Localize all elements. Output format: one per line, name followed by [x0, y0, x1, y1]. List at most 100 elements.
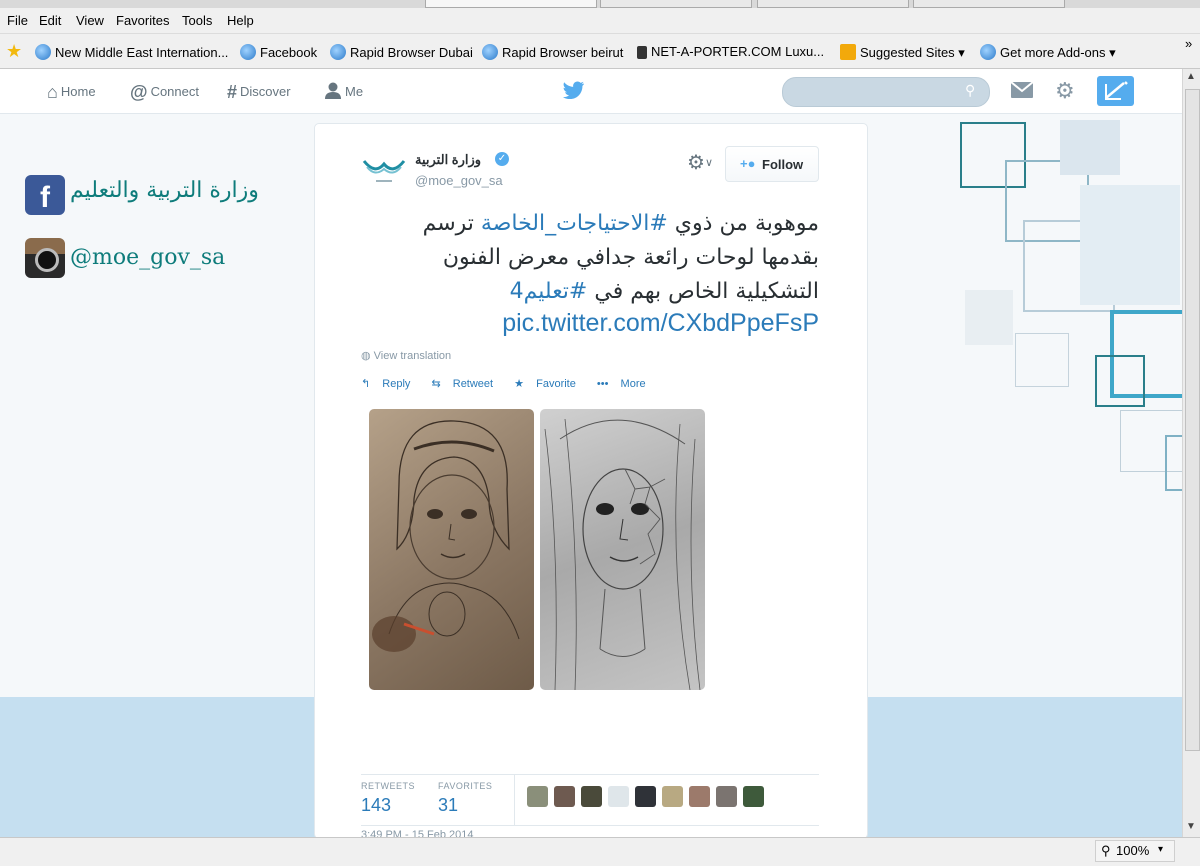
ie-page-icon [240, 44, 256, 60]
tweet-text-segment: موهوبة من ذوي [667, 211, 819, 236]
browser-tab[interactable] [757, 0, 909, 8]
menu-favorites[interactable]: Favorites [116, 13, 169, 28]
home-icon: ⌂ [47, 82, 58, 102]
stats-divider [514, 775, 515, 825]
at-sign-icon: @ [130, 82, 148, 102]
ie-page-icon [330, 44, 346, 60]
search-input[interactable] [782, 77, 990, 107]
menu-tools[interactable]: Tools [182, 13, 212, 28]
favorites-count[interactable]: 31 [438, 795, 458, 816]
retweets-label: RETWEETS [361, 781, 416, 791]
tweet-text-segment: بقدمها لوحات رائعة جدافي معرض الفنون [442, 245, 819, 270]
facebook-profile-label[interactable]: وزارة التربية والتعليم [70, 178, 259, 203]
favorites-bar: ★ New Middle East Internation... Faceboo… [0, 34, 1200, 69]
nav-discover[interactable]: # Discover [227, 82, 291, 103]
instagram-profile-label[interactable]: @moe_gov_sa [70, 245, 225, 270]
twitter-bird-logo[interactable] [563, 81, 585, 99]
scroll-down-arrow-icon[interactable]: ▼ [1186, 821, 1196, 832]
hashtag-link[interactable]: #تعليم4 [510, 279, 588, 304]
decorative-square [1080, 185, 1180, 305]
favoriter-avatar[interactable] [608, 786, 629, 807]
browser-tab[interactable] [913, 0, 1065, 8]
follow-person-plus-icon: +● [740, 156, 756, 171]
scrollbar-thumb[interactable] [1185, 89, 1200, 751]
girl-drawing-sketch [372, 420, 520, 652]
favorite-link-facebook[interactable]: Facebook [240, 44, 317, 60]
ie-page-icon [482, 44, 498, 60]
person-icon [325, 82, 341, 99]
favorite-link-new-middle-east[interactable]: New Middle East Internation... [35, 44, 228, 60]
tweet-photo-woman-drawing[interactable] [540, 409, 705, 690]
favorite-link-net-a-porter[interactable]: NET-A-PORTER.COM Luxu... [637, 44, 824, 59]
more-action[interactable]: ••• More [597, 378, 655, 390]
pic-twitter-link[interactable]: pic.twitter.com/CXbdPpeFsP [361, 309, 819, 338]
nav-home[interactable]: ⌂ Home [47, 82, 96, 103]
zoom-level: 100% [1116, 843, 1150, 858]
favorite-suggested-sites[interactable]: Suggested Sites ▾ [840, 44, 965, 61]
woman-drawing-sketch [544, 418, 701, 690]
tweet-text-segment: ترسم [422, 211, 481, 236]
search-icon[interactable]: ⚲ [965, 82, 975, 99]
decorative-square [1060, 120, 1120, 175]
browser-menu-bar: File Edit View Favorites Tools Help [0, 8, 1200, 34]
decorative-square [1015, 333, 1069, 387]
ministry-logo-avatar[interactable] [361, 149, 407, 189]
more-dots-icon: ••• [596, 378, 609, 390]
user-actions-gear-icon[interactable]: ⚙∨ [687, 150, 713, 175]
tweet-stats: RETWEETS 143 FAVORITES 31 [361, 774, 819, 826]
menu-view[interactable]: View [76, 13, 104, 28]
favoriter-avatar[interactable] [554, 786, 575, 807]
envelope-icon[interactable] [1011, 82, 1033, 98]
menu-file[interactable]: File [7, 13, 28, 28]
favoriter-avatar[interactable] [662, 786, 683, 807]
ie-page-icon [980, 44, 996, 60]
scroll-up-arrow-icon[interactable]: ▲ [1186, 71, 1196, 82]
favorite-link-rapid-beirut[interactable]: Rapid Browser beirut [482, 44, 623, 60]
browser-tab[interactable] [600, 0, 752, 8]
favorites-star-icon[interactable]: ★ [6, 41, 22, 62]
tweet-card: وزارة التربية ✓ @moe_gov_sa ⚙∨ +● Follow… [314, 123, 868, 841]
decorative-square [965, 290, 1013, 345]
ie-page-icon [35, 44, 51, 60]
tweet-author-handle[interactable]: @moe_gov_sa [415, 173, 503, 188]
tweet-photo-girl-drawing[interactable] [369, 409, 534, 690]
tweet-text: موهوبة من ذوي #الاحتياجات_الخاصة ترسم بق… [361, 207, 819, 309]
hashtag-icon: # [227, 82, 238, 102]
view-translation-link[interactable]: ◍ View translation [361, 349, 451, 362]
tweet-author-name[interactable]: وزارة التربية [415, 152, 481, 168]
favorite-action[interactable]: ★ Favorite [514, 378, 585, 390]
hashtag-link[interactable]: #الاحتياجات_الخاصة [481, 211, 668, 236]
reply-action[interactable]: ↰ Reply [361, 378, 419, 390]
instagram-icon[interactable] [25, 238, 65, 278]
retweet-action[interactable]: ⇆ Retweet [431, 378, 502, 390]
settings-gear-icon[interactable]: ⚙ [1055, 78, 1075, 104]
follow-button[interactable]: +● Follow [725, 146, 819, 182]
favoriter-avatar[interactable] [689, 786, 710, 807]
nav-connect[interactable]: @ Connect [130, 82, 199, 103]
zoom-magnifier-icon: ⚲ [1101, 843, 1111, 858]
retweets-count[interactable]: 143 [361, 795, 391, 816]
vertical-scrollbar[interactable]: ▲ ▼ [1182, 69, 1200, 837]
compose-tweet-button[interactable] [1097, 76, 1134, 106]
browser-tab-active[interactable] [425, 0, 597, 8]
tweet-actions: ↰ Reply ⇆ Retweet ★ Favorite ••• More [361, 377, 664, 390]
compose-quill-icon [1105, 81, 1128, 100]
favoriter-avatar[interactable] [743, 786, 764, 807]
tweet-text-segment: التشكيلية الخاص بهم في [587, 279, 819, 304]
favoriter-avatar[interactable] [581, 786, 602, 807]
favorite-get-addons[interactable]: Get more Add-ons ▾ [980, 44, 1116, 61]
retweet-icon: ⇆ [431, 378, 441, 390]
favorite-link-rapid-dubai[interactable]: Rapid Browser Dubai [330, 44, 473, 60]
nav-me[interactable]: Me [325, 82, 363, 99]
globe-icon: ◍ [361, 350, 371, 362]
favoriter-avatar[interactable] [527, 786, 548, 807]
verified-badge-icon: ✓ [495, 152, 509, 166]
zoom-control[interactable]: ⚲ 100% ▾ [1095, 840, 1175, 862]
favorites-overflow-chevron[interactable]: » [1185, 36, 1192, 51]
favorites-label: FAVORITES [438, 781, 493, 791]
facebook-icon[interactable]: f [25, 175, 65, 215]
favoriter-avatar[interactable] [635, 786, 656, 807]
menu-help[interactable]: Help [227, 13, 254, 28]
menu-edit[interactable]: Edit [39, 13, 61, 28]
favoriter-avatar[interactable] [716, 786, 737, 807]
